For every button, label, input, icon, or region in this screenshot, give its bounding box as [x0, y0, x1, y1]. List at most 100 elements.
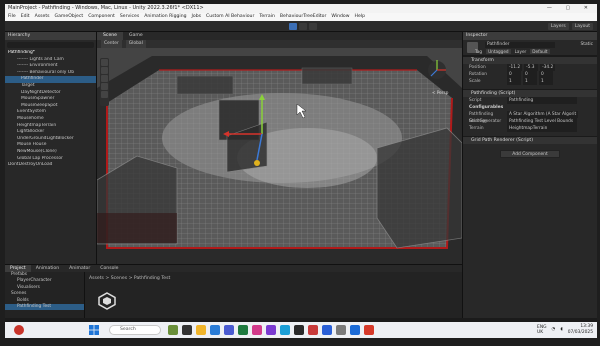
grid-generator-field[interactable]: Pathfinding Test Level Bounds: [507, 118, 577, 125]
menu-assets[interactable]: Assets: [35, 13, 50, 21]
step-button[interactable]: [309, 23, 317, 30]
project-folder-selected[interactable]: Pathfinding Test: [5, 303, 84, 311]
app-icon[interactable]: [266, 325, 276, 335]
pathfinding-script-header[interactable]: Pathfinding (Script): [463, 89, 597, 97]
hierarchy-tab[interactable]: Hierarchy: [5, 32, 96, 40]
grid-path-renderer-header[interactable]: Grid Path Renderer (Script): [463, 136, 597, 144]
tab-project[interactable]: Project: [5, 265, 31, 272]
hierarchy-item[interactable]: ------- Environment: [5, 63, 96, 70]
tab-animation[interactable]: Animation: [31, 265, 64, 272]
menu-edit[interactable]: Edit: [21, 13, 30, 21]
hierarchy-item[interactable]: Mouse House: [5, 142, 96, 149]
hierarchy-item[interactable]: DayNightDetector: [5, 90, 96, 97]
menu-file[interactable]: File: [8, 13, 16, 21]
volume-icon[interactable]: ◖: [560, 327, 562, 332]
global-dropdown[interactable]: Global: [125, 40, 146, 48]
scene-viewport[interactable]: [97, 48, 462, 264]
taskbar-search[interactable]: Search: [109, 325, 161, 335]
scale-tool-icon[interactable]: [101, 83, 108, 90]
menu-help[interactable]: Help: [355, 13, 365, 21]
hierarchy-item[interactable]: Mousehome: [5, 116, 96, 123]
wifi-icon[interactable]: ◔: [552, 327, 556, 332]
app-icon[interactable]: [238, 325, 248, 335]
hierarchy-item[interactable]: ------- Behavioural only Ob: [5, 70, 96, 77]
layers-dropdown[interactable]: Layers: [547, 23, 569, 30]
hierarchy-item[interactable]: MouseSpawner: [5, 96, 96, 103]
windows-start-icon[interactable]: [89, 325, 99, 335]
clock[interactable]: 13:39 07/03/2025: [568, 324, 593, 335]
tab-console[interactable]: Console: [95, 265, 123, 272]
hierarchy-item-selected[interactable]: Pathfinder: [5, 76, 96, 83]
unity-app-icon[interactable]: [294, 325, 304, 335]
hierarchy-item[interactable]: Pathfinding*: [5, 50, 96, 57]
project-breadcrumb[interactable]: Assets > Scenes > Pathfinding Test: [89, 276, 170, 281]
hierarchy-item[interactable]: Global Lap Processor: [5, 156, 96, 163]
object-name-field[interactable]: Pathfinder: [485, 42, 555, 48]
menu-services[interactable]: Services: [120, 13, 139, 21]
menu-jobs[interactable]: Jobs: [192, 13, 201, 21]
pivot-center-dropdown[interactable]: Center: [101, 40, 122, 48]
widget-icon[interactable]: [14, 325, 24, 335]
folder-icon[interactable]: [196, 325, 206, 335]
unity-scene-asset-icon[interactable]: [98, 292, 116, 310]
tag-dropdown[interactable]: Untagged: [486, 49, 511, 54]
hierarchy-item[interactable]: NewMouse(Clone): [5, 149, 96, 156]
position-x[interactable]: -11.2: [507, 64, 523, 71]
app-icon[interactable]: [280, 325, 290, 335]
scale-y[interactable]: 1: [523, 78, 537, 85]
play-button[interactable]: [289, 23, 297, 30]
rotate-tool-icon[interactable]: [101, 75, 108, 82]
app-icon[interactable]: [224, 325, 234, 335]
hierarchy-item[interactable]: EventSystem: [5, 109, 96, 116]
app-icon[interactable]: [182, 325, 192, 335]
position-z[interactable]: -34.2: [540, 64, 556, 71]
hierarchy-item[interactable]: HeightmapTerrain: [5, 123, 96, 130]
app-icon[interactable]: [322, 325, 332, 335]
menu-window[interactable]: Window: [331, 13, 349, 21]
app-icon[interactable]: [252, 325, 262, 335]
app-icon[interactable]: [210, 325, 220, 335]
tab-animator[interactable]: Animator: [64, 265, 95, 272]
hierarchy-item[interactable]: ------- Lights and Cam: [5, 57, 96, 64]
script-field[interactable]: Pathfinding: [507, 97, 577, 104]
tab-scene[interactable]: Scene: [97, 32, 124, 40]
inspector-tab[interactable]: Inspector: [463, 32, 597, 40]
tab-game[interactable]: Game: [123, 32, 149, 40]
menu-component[interactable]: Component: [88, 13, 115, 21]
move-tool-icon[interactable]: [101, 67, 108, 74]
menu-custom-ai[interactable]: Custom AI Behaviour: [206, 13, 254, 21]
language-indicator[interactable]: ENG UK: [537, 325, 546, 335]
menu-gameobject[interactable]: GameObject: [55, 13, 84, 21]
hierarchy-search[interactable]: [7, 42, 94, 48]
rect-tool-icon[interactable]: [101, 91, 108, 98]
scale-x[interactable]: 1: [507, 78, 521, 85]
position-y[interactable]: -5.3: [524, 64, 539, 71]
rotation-z[interactable]: 0: [539, 71, 553, 78]
menu-bt-editor[interactable]: BehaviourTreeEditor: [280, 13, 326, 21]
perspective-label[interactable]: < Persp: [432, 90, 448, 95]
rotation-y[interactable]: 0: [523, 71, 537, 78]
pause-button[interactable]: [299, 23, 307, 30]
terrain-field[interactable]: HeightmapTerrain: [507, 125, 577, 132]
app-icon[interactable]: [308, 325, 318, 335]
window-controls[interactable]: — ▢ ✕: [547, 4, 594, 13]
strategy-field[interactable]: A Star Algorithm (A Star Algorit: [507, 111, 579, 118]
add-component-button[interactable]: Add Component: [500, 150, 560, 158]
hierarchy-item[interactable]: DontDestroyOnLoad: [5, 162, 96, 169]
menu-animation-rigging[interactable]: Animation Rigging: [144, 13, 186, 21]
app-icon[interactable]: [364, 325, 374, 335]
hierarchy-item[interactable]: UnderGroundLightBlocker: [5, 136, 96, 143]
hierarchy-item[interactable]: Target: [5, 83, 96, 90]
layout-dropdown[interactable]: Layout: [571, 23, 593, 30]
hierarchy-item[interactable]: MouseSleepSpot: [5, 103, 96, 110]
menu-terrain[interactable]: Terrain: [259, 13, 275, 21]
transform-header[interactable]: Transform: [463, 56, 597, 64]
rotation-x[interactable]: 0: [507, 71, 521, 78]
scale-z[interactable]: 1: [539, 78, 553, 85]
app-icon[interactable]: [336, 325, 346, 335]
app-icon[interactable]: [350, 325, 360, 335]
static-toggle[interactable]: Static: [580, 42, 593, 47]
layer-dropdown[interactable]: Default: [530, 49, 550, 54]
hierarchy-item[interactable]: LightBlocker: [5, 129, 96, 136]
hand-tool-icon[interactable]: [101, 59, 108, 66]
